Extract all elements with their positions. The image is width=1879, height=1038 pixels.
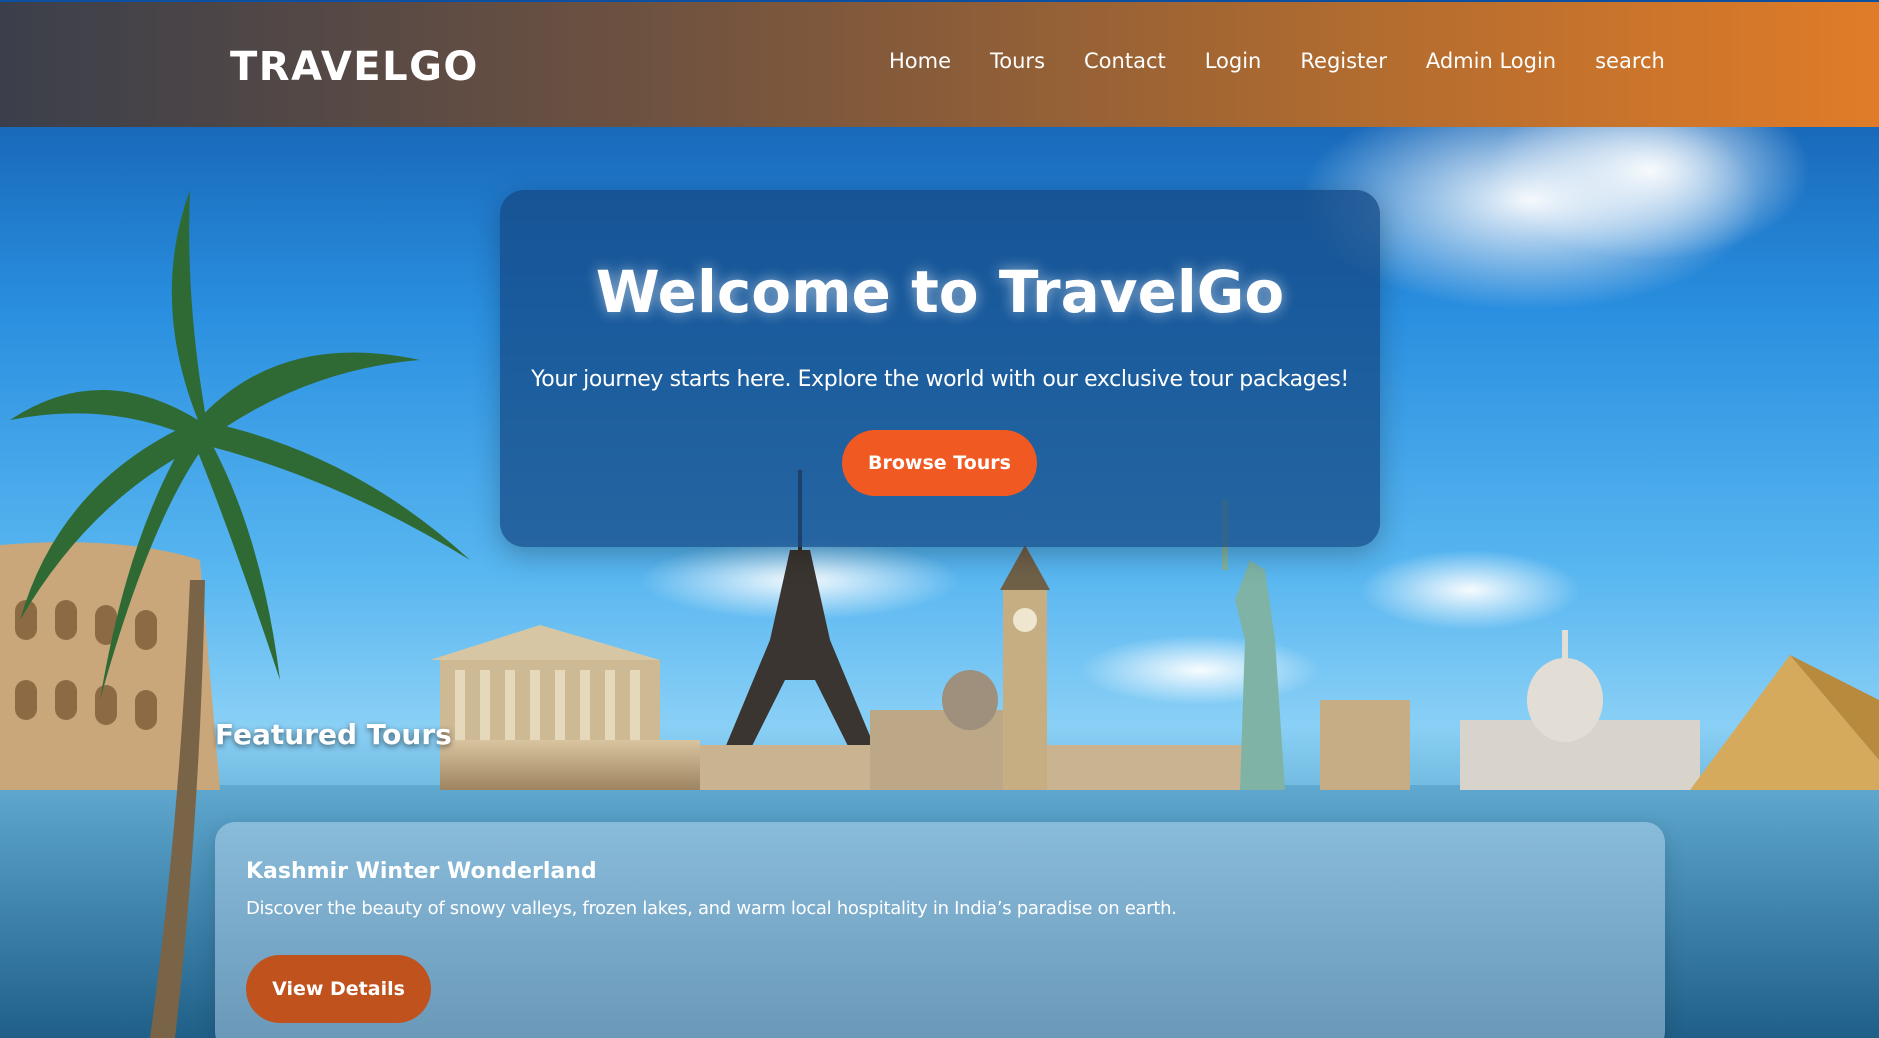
browse-tours-button[interactable]: Browse Tours (842, 430, 1037, 496)
tour-description: Discover the beauty of snowy valleys, fr… (246, 898, 1177, 919)
featured-tours-heading: Featured Tours (215, 718, 452, 751)
nav-home-link[interactable]: Home (889, 49, 951, 73)
basilica-dome (942, 670, 998, 730)
tour-title: Kashmir Winter Wonderland (246, 859, 597, 884)
big-ben-clock (1013, 608, 1037, 632)
nav-contact-link[interactable]: Contact (1084, 49, 1166, 73)
stone-wall (440, 740, 700, 790)
capitol-spire (1562, 630, 1568, 670)
top-navbar: TRAVELGO Home Tours Contact Login Regist… (0, 2, 1879, 127)
nav-tours-link[interactable]: Tours (990, 49, 1045, 73)
hero-subtitle: Your journey starts here. Explore the wo… (531, 367, 1349, 392)
cloud-shape (1080, 635, 1320, 705)
big-ben-top (1000, 545, 1050, 590)
main-nav: Home Tours Contact Login Register Admin … (889, 49, 1704, 73)
cloud-shape (1360, 550, 1580, 630)
parthenon-roof (430, 625, 660, 660)
nav-register-link[interactable]: Register (1300, 49, 1386, 73)
nav-search-link[interactable]: search (1595, 49, 1665, 73)
hero-title: Welcome to TravelGo (595, 258, 1285, 326)
tour-card: Kashmir Winter Wonderland Discover the b… (215, 822, 1665, 1038)
view-details-button[interactable]: View Details (246, 955, 431, 1023)
nav-admin-login-link[interactable]: Admin Login (1426, 49, 1556, 73)
hero-panel: Welcome to TravelGo Your journey starts … (500, 190, 1380, 547)
building-body (1320, 700, 1410, 790)
nav-login-link[interactable]: Login (1205, 49, 1262, 73)
capitol-dome (1527, 658, 1603, 742)
site-logo[interactable]: TRAVELGO (230, 44, 479, 90)
